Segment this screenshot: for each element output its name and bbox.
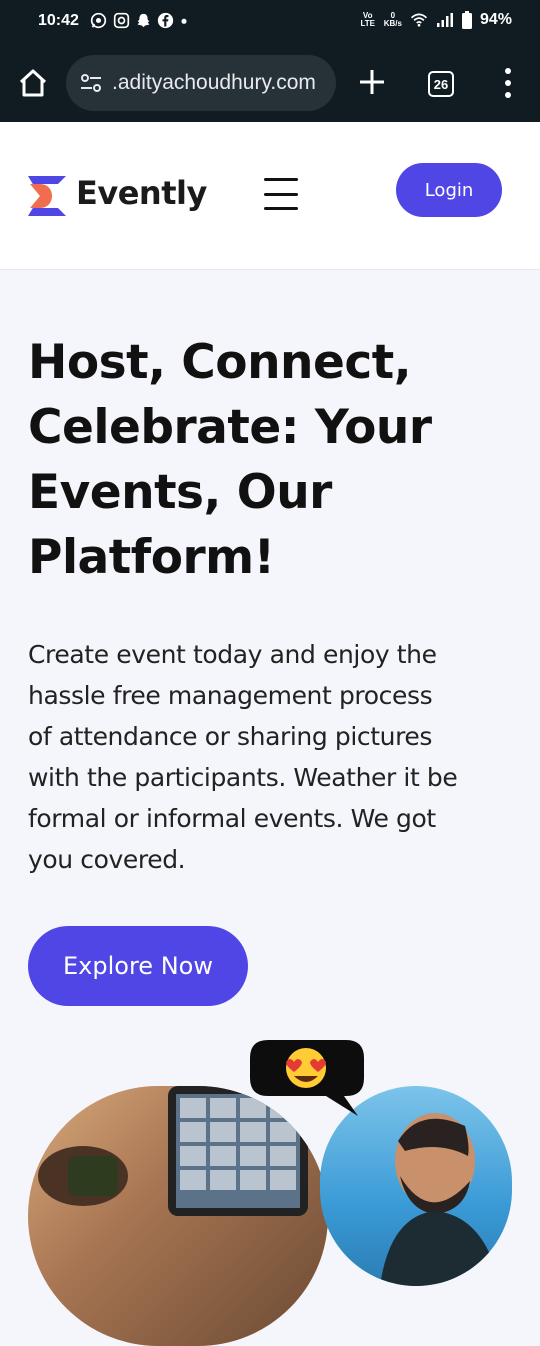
system-icons: Vo LTE 0 KB/s 94%	[360, 11, 512, 29]
hero-title-line: Celebrate: Your	[28, 400, 432, 455]
net-speed-unit: KB/s	[383, 19, 402, 28]
site-header: Evently Login	[0, 122, 540, 270]
battery-icon	[461, 11, 472, 29]
wifi-icon	[410, 13, 428, 27]
video-call-illustration	[38, 1086, 308, 1216]
status-bar: 10:42 Vo LTE 0 KB/s 94%	[0, 0, 540, 44]
volte-indicator: Vo LTE	[360, 11, 375, 28]
notification-icons	[90, 12, 188, 29]
signal-icon	[436, 13, 453, 27]
hero-title-line: Host, Connect,	[28, 335, 412, 390]
login-button[interactable]: Login	[396, 163, 502, 217]
evently-logo-icon[interactable]	[28, 176, 66, 216]
more-options-icon[interactable]	[498, 68, 518, 98]
url-text: .adityachoudhury.com	[112, 71, 316, 94]
snapchat-icon	[137, 13, 150, 28]
whatsapp-icon	[90, 12, 107, 29]
home-icon[interactable]	[16, 66, 50, 100]
hero-title-line: Events, Our	[28, 465, 332, 520]
site-settings-icon[interactable]	[80, 74, 102, 92]
dot-icon	[181, 18, 187, 24]
battery-percentage: 94%	[479, 11, 512, 28]
hero-description-line: with the participants. Weather it be	[28, 763, 458, 792]
hero-title: Host, Connect, Celebrate: Your Events, O…	[28, 330, 498, 590]
hero-description-line: of attendance or sharing pictures	[28, 722, 433, 751]
emoji-chat-bubble	[250, 1040, 364, 1116]
new-tab-icon[interactable]	[356, 66, 388, 98]
hero-description-line: Create event today and enjoy the	[28, 640, 437, 669]
tab-switcher-button[interactable]: 26	[428, 71, 454, 97]
instagram-icon	[113, 12, 130, 29]
address-bar[interactable]: .adityachoudhury.com	[66, 55, 336, 111]
hero-description-line: hassle free management process	[28, 681, 433, 710]
hero-description: Create event today and enjoy the hassle …	[28, 634, 518, 880]
heart-eyes-emoji-icon	[286, 1048, 326, 1088]
facebook-icon	[157, 12, 174, 29]
status-time: 10:42	[38, 12, 79, 29]
net-speed: 0 KB/s	[384, 12, 402, 28]
hamburger-menu-icon[interactable]	[264, 178, 298, 210]
hero-title-line: Platform!	[28, 530, 275, 585]
hero-description-line: you covered.	[28, 845, 186, 874]
brand-name[interactable]: Evently	[76, 174, 207, 212]
hero-description-line: formal or informal events. We got	[28, 804, 436, 833]
video-call-photo	[28, 1086, 328, 1346]
browser-toolbar: .adityachoudhury.com 26	[0, 44, 540, 122]
explore-now-button[interactable]: Explore Now	[28, 926, 248, 1006]
